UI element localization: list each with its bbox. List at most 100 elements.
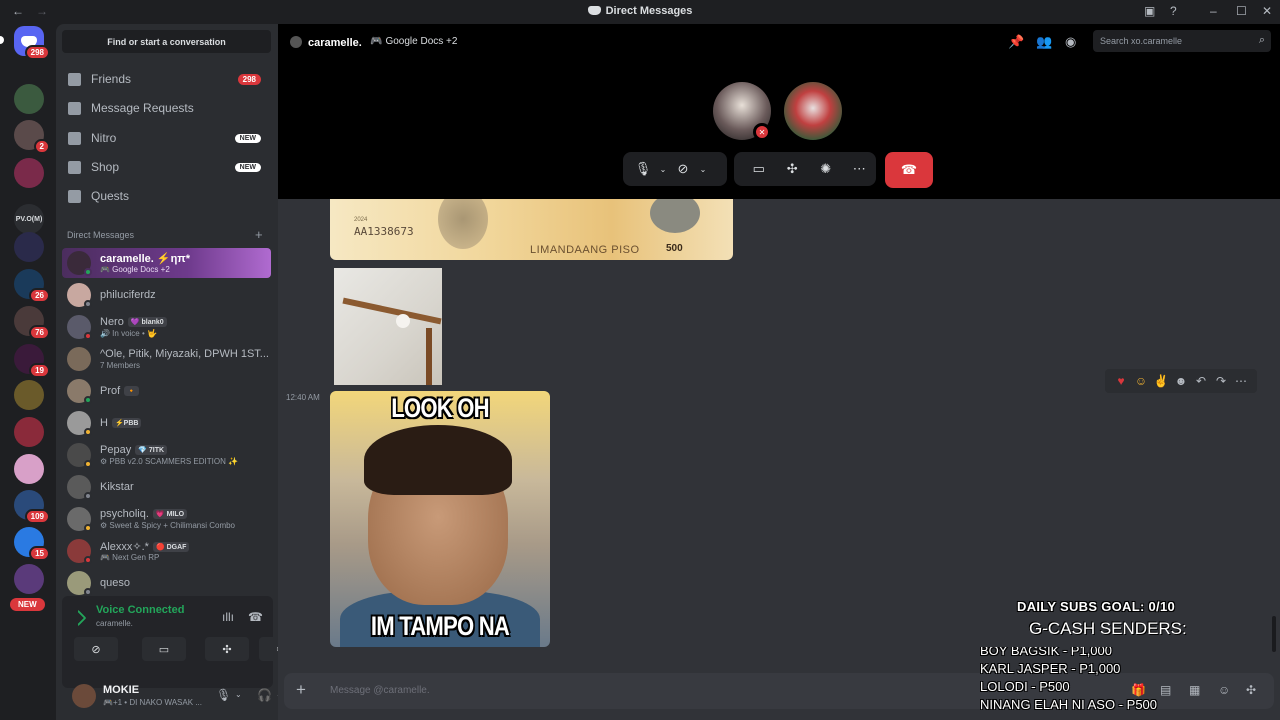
server-icon[interactable]: 2 xyxy=(14,120,50,154)
dm-item[interactable]: ^Ole, Pitik, Miyazaki, DPWH 1ST... 7 Memb… xyxy=(62,344,271,374)
microphone-icon[interactable]: 🎙 xyxy=(216,688,231,702)
avatar[interactable] xyxy=(72,684,96,708)
attach-plus-icon[interactable]: + xyxy=(296,680,306,700)
dm-item[interactable]: philuciferdz xyxy=(62,280,271,310)
camera-off-icon[interactable]: ⊘ xyxy=(671,161,695,177)
activities-button[interactable]: ✣ xyxy=(205,637,249,661)
dm-header-activity[interactable]: 🎮 Google Docs +2 xyxy=(370,36,457,47)
server-icon[interactable] xyxy=(14,380,44,410)
noise-suppression-icon[interactable]: ıllı xyxy=(222,610,234,624)
soundboard-icon[interactable]: ✺ xyxy=(809,161,843,177)
server-icon-text[interactable]: PV.O(M) xyxy=(14,204,44,234)
call-participant-avatar[interactable] xyxy=(784,82,842,140)
dm-item[interactable]: psycholiq. 💗 MILO ⚙ Sweet & Spicy + Chilim… xyxy=(62,504,271,534)
attachment-image[interactable]: 2024 AA1338673 LIMANDAANG PISO 500 xyxy=(330,199,733,260)
headphones-icon[interactable]: 🎧 xyxy=(257,688,272,702)
close-icon[interactable]: ✕ xyxy=(1262,4,1272,18)
disconnect-icon[interactable]: ☎ xyxy=(248,610,263,624)
server-icon[interactable] xyxy=(14,232,44,262)
dm-sidebar: Find or start a conversation Friends 298 M… xyxy=(56,24,312,720)
dm-name: philuciferdz xyxy=(100,289,156,301)
dm-item[interactable]: Pepay 💎 7ITK ⚙ PBB v2.0 SCAMMERS EDITION ✨ xyxy=(62,440,271,470)
discord-logo-icon xyxy=(587,6,601,15)
add-reaction-icon[interactable]: ☻ xyxy=(1171,374,1191,388)
more-options-icon[interactable]: ⋯ xyxy=(1231,374,1251,388)
server-icon[interactable]: 19 xyxy=(14,344,50,378)
gamepad-icon: 🎮 xyxy=(370,36,383,47)
home-button[interactable]: 298 xyxy=(14,26,50,60)
voice-channel-name[interactable]: caramelle. xyxy=(96,619,133,628)
dm-name-text: Alexxx✧.* xyxy=(100,541,149,553)
dm-item[interactable]: queso xyxy=(62,568,271,598)
laugh-reaction-icon[interactable]: ☺ xyxy=(1131,374,1151,388)
dm-item[interactable]: Prof 🔸 xyxy=(62,376,271,406)
server-icon[interactable] xyxy=(14,417,44,447)
bill-year: 2024 xyxy=(354,217,368,223)
camera-off-button[interactable]: ⊘ xyxy=(74,637,118,661)
forward-icon[interactable]: ↷ xyxy=(1211,374,1231,388)
dm-item[interactable]: Kikstar xyxy=(62,472,271,502)
server-icon[interactable]: 109 xyxy=(14,490,50,524)
salute-reaction-icon[interactable]: ✌ xyxy=(1151,374,1171,388)
dm-subtext: 🎮 Google Docs +2 xyxy=(100,265,170,274)
server-icon[interactable]: 76 xyxy=(14,306,50,340)
bill-name: LIMANDAANG PISO xyxy=(530,244,640,256)
nav-item[interactable]: Message Requests xyxy=(62,95,271,121)
search-input[interactable]: Search xo.caramelle ⌕ xyxy=(1093,30,1271,52)
dm-item[interactable]: H ⚡PBB xyxy=(62,408,271,438)
dm-item[interactable]: caramelle. ⚡ηπ* 🎮 Google Docs +2 xyxy=(62,248,271,278)
clan-tag: 💜 blank0 xyxy=(127,317,167,327)
emoji-icon[interactable]: ☺ xyxy=(1218,683,1230,697)
end-call-button[interactable]: ☎ xyxy=(885,152,933,188)
chevron-down-icon[interactable]: ⌄ xyxy=(655,165,671,174)
signal-icon[interactable] xyxy=(69,609,87,627)
screen-share-icon[interactable]: ▭ xyxy=(742,161,776,177)
message-input[interactable]: Message @caramelle. xyxy=(330,685,430,696)
minimize-icon[interactable]: – xyxy=(1210,4,1217,18)
heart-reaction-icon[interactable]: ♥ xyxy=(1111,374,1131,388)
reply-icon[interactable]: ↶ xyxy=(1191,374,1211,388)
server-icon[interactable]: 15 xyxy=(14,527,50,561)
find-conversation-button[interactable]: Find or start a conversation xyxy=(62,30,271,53)
username[interactable]: MOKIE xyxy=(103,684,139,696)
add-friends-icon[interactable]: 👥 xyxy=(1036,34,1052,50)
pin-icon[interactable]: 📌 xyxy=(1008,34,1024,50)
inbox-icon[interactable]: ▣ xyxy=(1144,4,1155,18)
bill-denomination: 500 xyxy=(666,243,683,254)
voice-status[interactable]: Voice Connected xyxy=(96,604,184,616)
call-area: caramelle. 🎮 Google Docs +2 📌 👥 ◉ Search … xyxy=(278,24,1280,199)
dm-header-user[interactable]: caramelle. xyxy=(290,36,362,49)
attachment-image[interactable] xyxy=(334,268,442,385)
microphone-icon[interactable]: 🎙 xyxy=(631,161,655,177)
nav-item[interactable]: Shop NEW xyxy=(62,154,271,180)
server-icon[interactable] xyxy=(14,158,44,188)
create-dm-icon[interactable]: + xyxy=(255,227,263,242)
screen-share-button[interactable]: ▭ xyxy=(142,637,186,661)
activities-icon[interactable]: ✣ xyxy=(776,161,810,177)
nav-item[interactable]: Quests xyxy=(62,183,271,209)
nav-item[interactable]: Friends 298 xyxy=(62,66,271,92)
help-icon[interactable]: ? xyxy=(1170,4,1177,18)
maximize-icon[interactable]: ☐ xyxy=(1236,4,1247,18)
dm-name-text: philuciferdz xyxy=(100,289,156,301)
scrollbar[interactable] xyxy=(1272,616,1276,652)
nav-item-label: Message Requests xyxy=(91,101,194,115)
server-icon[interactable] xyxy=(14,454,44,484)
apps-icon[interactable]: ✣ xyxy=(1246,683,1256,697)
server-icon[interactable] xyxy=(14,564,44,594)
dm-name-text: Pepay xyxy=(100,444,132,456)
server-icon[interactable]: 26 xyxy=(14,269,50,303)
attachment-image[interactable]: LOOK OH IM TAMPO NA xyxy=(330,391,550,647)
chevron-down-icon[interactable]: ⌄ xyxy=(235,690,242,699)
server-unread-badge: 2 xyxy=(33,139,50,154)
sticker-icon[interactable]: ▦ xyxy=(1189,683,1200,697)
status-indicator xyxy=(84,396,92,404)
nav-item[interactable]: Nitro NEW xyxy=(62,125,271,151)
server-icon[interactable] xyxy=(14,84,44,114)
chevron-down-icon[interactable]: ⌄ xyxy=(695,165,711,174)
more-options-icon[interactable]: ⋯ xyxy=(843,161,877,177)
dm-item[interactable]: Alexxx✧.* 🔴 DGAF 🎮 Next Gen RP xyxy=(62,536,271,566)
new-unreads-pill[interactable]: NEW xyxy=(10,598,45,611)
user-profile-icon[interactable]: ◉ xyxy=(1065,34,1076,50)
dm-item[interactable]: Nero 💜 blank0 🔊 In voice • 🤟 xyxy=(62,312,271,342)
